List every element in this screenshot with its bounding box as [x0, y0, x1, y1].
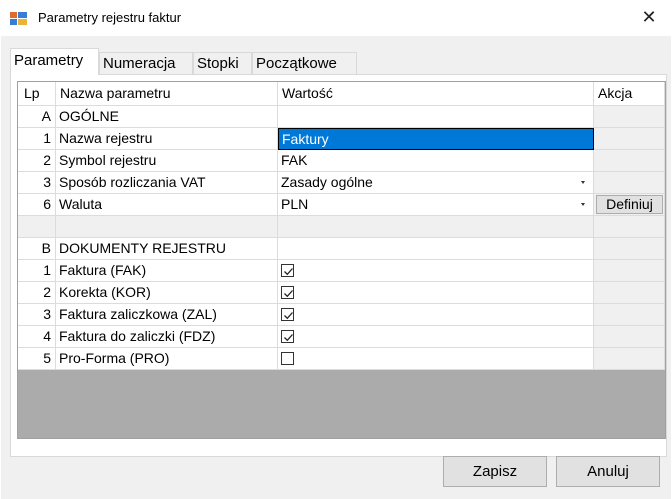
checkbox-zal[interactable] [281, 308, 294, 321]
table-row[interactable]: 3 Faktura zaliczkowa (ZAL) [18, 304, 665, 326]
row-name: Nazwa rejestru [56, 128, 278, 150]
table-row[interactable]: A OGÓLNE [18, 106, 665, 128]
row-lp [18, 216, 56, 238]
row-action-cell: Definiuj [594, 194, 665, 216]
row-lp: 1 [18, 128, 56, 150]
row-action-cell [594, 216, 665, 238]
row-name: Faktura (FAK) [56, 260, 278, 282]
checkmark-icon [284, 268, 293, 276]
table-row[interactable]: B DOKUMENTY REJESTRU [18, 238, 665, 260]
checkmark-icon [284, 290, 293, 298]
checkmark-icon [284, 334, 293, 342]
row-value [278, 282, 594, 304]
tab-numeracja[interactable]: Numeracja [99, 52, 193, 74]
table-row[interactable] [18, 216, 665, 238]
table-row[interactable]: 3 Sposób rozliczania VAT Zasady ogólne [18, 172, 665, 194]
checkbox-fdz[interactable] [281, 330, 294, 343]
row-action-cell [594, 282, 665, 304]
row-lp: 6 [18, 194, 56, 216]
currency-selected: PLN [281, 196, 309, 212]
row-lp: 2 [18, 282, 56, 304]
title-bar: Parametry rejestru faktur ✕ [0, 0, 672, 36]
checkmark-icon [284, 312, 293, 320]
column-header-lp[interactable]: Lp [18, 82, 56, 106]
tab-stopki[interactable]: Stopki [193, 52, 252, 74]
row-value[interactable] [278, 238, 594, 260]
row-action-cell [594, 172, 665, 194]
row-lp: 4 [18, 326, 56, 348]
register-symbol-value[interactable]: FAK [278, 150, 594, 172]
row-value [278, 216, 594, 238]
row-name: Waluta [56, 194, 278, 216]
dropdown-arrow-icon[interactable] [581, 203, 585, 206]
row-name: Korekta (KOR) [56, 282, 278, 304]
row-lp: 2 [18, 150, 56, 172]
table-row[interactable]: 2 Korekta (KOR) [18, 282, 665, 304]
row-name: Symbol rejestru [56, 150, 278, 172]
row-lp: B [18, 238, 56, 260]
column-header-name[interactable]: Nazwa parametru [56, 82, 278, 106]
row-action-cell [594, 326, 665, 348]
row-action-cell [594, 304, 665, 326]
row-lp: 3 [18, 304, 56, 326]
row-value [278, 348, 594, 370]
dialog-client-area: Parametry Numeracja Stopki Początkowe Lp… [1, 36, 671, 499]
window-title: Parametry rejestru faktur [38, 10, 182, 25]
row-value [278, 260, 594, 282]
row-action-cell [594, 150, 665, 172]
tab-parametry[interactable]: Parametry [10, 48, 99, 75]
row-lp: A [18, 106, 56, 128]
table-row[interactable]: 6 Waluta PLN Definiuj [18, 194, 665, 216]
row-value [278, 304, 594, 326]
vat-method-dropdown[interactable]: Zasady ogólne [278, 172, 594, 194]
vat-method-selected: Zasady ogólne [281, 174, 373, 190]
row-lp: 3 [18, 172, 56, 194]
checkbox-kor[interactable] [281, 286, 294, 299]
tab-panel-parametry: Lp Nazwa parametru Wartość Akcja A OGÓLN… [10, 74, 667, 457]
row-action-cell [594, 238, 665, 260]
currency-dropdown[interactable]: PLN [278, 194, 594, 216]
row-action-cell [594, 260, 665, 282]
row-value[interactable] [278, 106, 594, 128]
row-name: Pro-Forma (PRO) [56, 348, 278, 370]
table-row[interactable]: 1 Nazwa rejestru Faktury [18, 128, 665, 150]
table-row[interactable]: 1 Faktura (FAK) [18, 260, 665, 282]
dropdown-arrow-icon[interactable] [581, 181, 585, 184]
table-row[interactable]: 4 Faktura do zaliczki (FDZ) [18, 326, 665, 348]
row-value [278, 326, 594, 348]
row-name: Faktura zaliczkowa (ZAL) [56, 304, 278, 326]
app-icon [10, 12, 27, 25]
row-name: OGÓLNE [56, 106, 278, 128]
row-name [56, 216, 278, 238]
row-name: DOKUMENTY REJESTRU [56, 238, 278, 260]
table-row[interactable]: 2 Symbol rejestru FAK [18, 150, 665, 172]
row-name: Sposób rozliczania VAT [56, 172, 278, 194]
column-header-value[interactable]: Wartość [278, 82, 594, 106]
row-action-cell [594, 128, 665, 150]
register-name-value[interactable]: Faktury [278, 128, 594, 150]
save-button[interactable]: Zapisz [443, 456, 547, 487]
checkbox-fak[interactable] [281, 264, 294, 277]
cancel-button[interactable]: Anuluj [556, 456, 660, 487]
row-action-cell [594, 348, 665, 370]
parameters-grid[interactable]: Lp Nazwa parametru Wartość Akcja A OGÓLN… [17, 81, 666, 439]
table-row[interactable]: 5 Pro-Forma (PRO) [18, 348, 665, 370]
column-header-action[interactable]: Akcja [594, 82, 665, 106]
define-currency-button[interactable]: Definiuj [596, 195, 663, 214]
row-lp: 5 [18, 348, 56, 370]
row-lp: 1 [18, 260, 56, 282]
row-name: Faktura do zaliczki (FDZ) [56, 326, 278, 348]
tab-poczatkowe[interactable]: Początkowe [252, 52, 357, 74]
checkbox-pro[interactable] [281, 352, 294, 365]
close-button[interactable]: ✕ [626, 0, 672, 36]
row-action-cell [594, 106, 665, 128]
